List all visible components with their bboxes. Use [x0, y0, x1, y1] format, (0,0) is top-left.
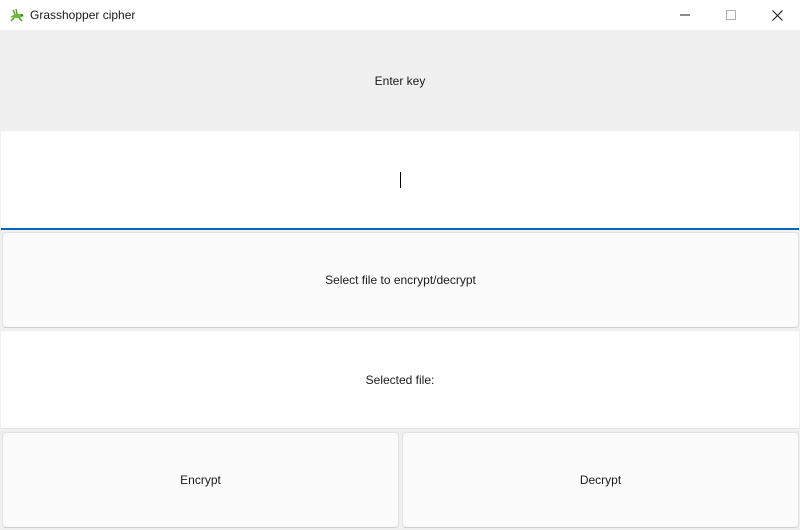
app-window: Grasshopper cipher Enter key Select file… [0, 0, 800, 530]
encrypt-button-label: Encrypt [180, 473, 221, 487]
encrypt-button[interactable]: Encrypt [2, 432, 399, 528]
close-icon [771, 9, 783, 21]
selected-file-label: Selected file: [365, 372, 435, 387]
text-caret [400, 172, 401, 188]
selected-file-panel: Selected file: [1, 331, 799, 429]
enter-key-label: Enter key [374, 73, 426, 88]
maximize-button[interactable] [708, 0, 754, 30]
key-input-container[interactable] [1, 131, 800, 230]
maximize-icon [726, 10, 736, 20]
select-file-button[interactable]: Select file to encrypt/decrypt [2, 232, 799, 328]
title-bar[interactable]: Grasshopper cipher [0, 0, 800, 30]
window-title: Grasshopper cipher [30, 8, 136, 22]
decrypt-button[interactable]: Decrypt [402, 432, 799, 528]
grasshopper-icon [8, 8, 26, 22]
decrypt-button-label: Decrypt [579, 473, 622, 487]
select-file-button-label: Select file to encrypt/decrypt [325, 273, 476, 287]
minimize-icon [680, 10, 690, 20]
key-label-area: Enter key [0, 30, 800, 131]
minimize-button[interactable] [662, 0, 708, 30]
close-button[interactable] [754, 0, 800, 30]
window-controls [662, 0, 800, 30]
